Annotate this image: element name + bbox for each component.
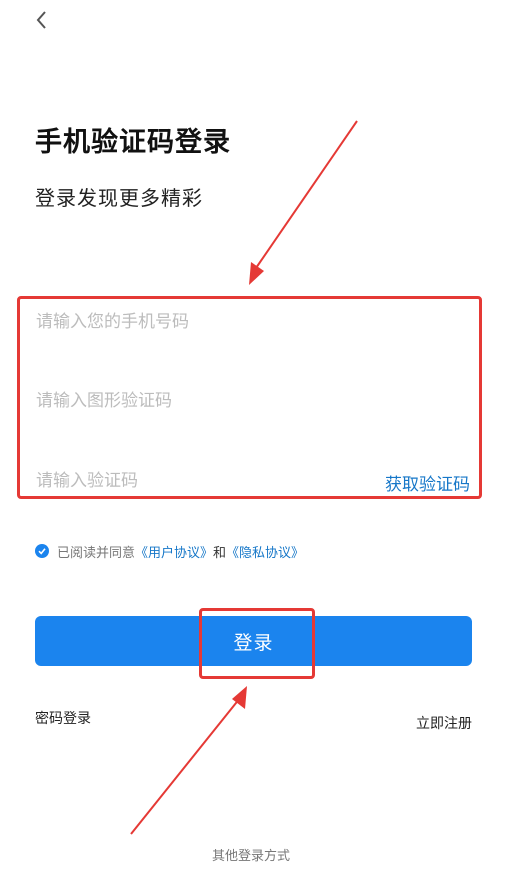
privacy-policy-link[interactable]: 《隐私协议》 <box>226 542 304 561</box>
agreement-conjunction: 和 <box>213 545 227 561</box>
agreement-row: 已阅读并同意 《用户协议》 和 《隐私协议》 <box>35 541 304 561</box>
register-link[interactable]: 立即注册 <box>416 713 472 733</box>
annotation-box-login <box>199 608 315 679</box>
annotation-arrow-top <box>249 120 358 285</box>
user-agreement-link[interactable]: 《用户协议》 <box>135 542 213 561</box>
back-button[interactable] <box>30 6 54 34</box>
chevron-left-icon <box>36 11 46 29</box>
agreement-checkbox[interactable] <box>35 544 49 558</box>
annotation-arrow-bottom <box>130 686 247 835</box>
annotation-box-inputs <box>17 296 482 499</box>
check-icon <box>38 548 46 555</box>
other-login-link[interactable]: 其他登录方式 <box>212 845 290 864</box>
agreement-text: 已阅读并同意 <box>57 545 136 561</box>
page-title: 手机验证码登录 <box>35 127 231 158</box>
page-subtitle: 登录发现更多精彩 <box>35 186 203 210</box>
password-login-link[interactable]: 密码登录 <box>35 708 91 728</box>
